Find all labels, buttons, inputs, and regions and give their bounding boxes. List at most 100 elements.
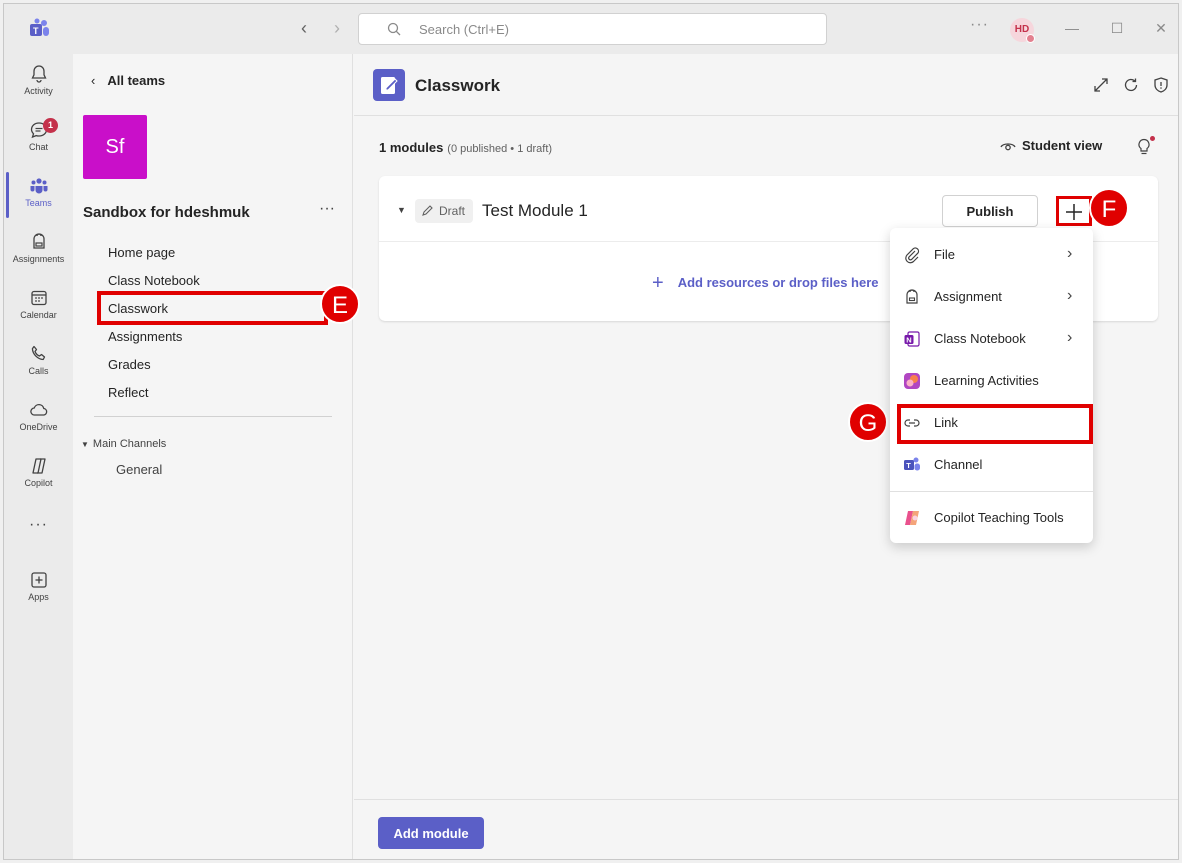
team-nav-reflect[interactable]: Reflect bbox=[108, 385, 148, 400]
modules-count: 1 modules bbox=[379, 140, 444, 155]
add-resource-button[interactable] bbox=[1056, 196, 1092, 226]
draft-status-badge: Draft bbox=[415, 199, 473, 223]
main-channels-header[interactable]: ▼ Main Channels bbox=[81, 438, 166, 450]
backpack-icon bbox=[32, 233, 45, 249]
rail-label-teams: Teams bbox=[25, 198, 52, 208]
chevron-right-icon: › bbox=[1067, 329, 1073, 346]
teams-icon bbox=[30, 178, 47, 194]
team-nav-class-notebook[interactable]: Class Notebook bbox=[108, 273, 200, 288]
rail-item-chat[interactable]: 1 Chat bbox=[4, 116, 73, 166]
svg-text:T: T bbox=[33, 26, 39, 36]
onenote-icon: N bbox=[904, 331, 920, 347]
svg-text:N: N bbox=[906, 336, 911, 345]
maximize-icon[interactable]: ☐ bbox=[1107, 18, 1127, 38]
rail-item-assignments[interactable]: Assignments bbox=[4, 228, 73, 278]
add-module-button[interactable]: Add module bbox=[378, 817, 484, 849]
rail-item-calendar[interactable]: Calendar bbox=[4, 284, 73, 334]
back-arrow-icon[interactable]: ‹ bbox=[294, 18, 314, 38]
team-more-options-icon[interactable]: ··· bbox=[319, 200, 335, 218]
team-avatar: Sf bbox=[83, 115, 147, 179]
refresh-icon[interactable] bbox=[1122, 76, 1140, 94]
search-placeholder: Search (Ctrl+E) bbox=[419, 22, 509, 37]
menu-label-channel: Channel bbox=[934, 457, 983, 472]
lightbulb-icon[interactable] bbox=[1136, 138, 1152, 156]
add-resources-link[interactable]: + Add resources or drop files here bbox=[652, 272, 879, 295]
teams-window: T ‹ › Search (Ctrl+E) ··· HD — ☐ ✕ Activ… bbox=[3, 3, 1179, 860]
rail-item-activity[interactable]: Activity bbox=[4, 60, 73, 110]
team-name: Sandbox for hdeshmuk bbox=[83, 204, 250, 221]
team-nav-grades[interactable]: Grades bbox=[108, 357, 151, 372]
menu-label-class-notebook: Class Notebook bbox=[934, 331, 1026, 346]
rail-item-apps[interactable]: Apps bbox=[4, 566, 73, 616]
rail-item-copilot[interactable]: Copilot bbox=[4, 452, 73, 502]
menu-item-channel[interactable]: T Channel bbox=[890, 445, 1093, 485]
callout-marker-g: G bbox=[848, 402, 888, 442]
page-title: Classwork bbox=[415, 76, 501, 95]
module-title[interactable]: Test Module 1 bbox=[482, 201, 588, 221]
callout-marker-f: F bbox=[1089, 188, 1129, 228]
teams-channel-icon: T bbox=[904, 457, 920, 471]
modules-detail: (0 published • 1 draft) bbox=[447, 143, 553, 155]
calendar-icon bbox=[30, 290, 47, 306]
plus-square-icon bbox=[30, 572, 47, 588]
menu-item-assignment[interactable]: Assignment › bbox=[890, 277, 1093, 317]
rail-label-activity: Activity bbox=[24, 86, 53, 96]
chevron-right-icon: › bbox=[1067, 245, 1073, 262]
menu-label-assignment: Assignment bbox=[934, 289, 1002, 304]
rail-item-teams[interactable]: Teams bbox=[4, 172, 73, 222]
app-rail: Activity 1 Chat Teams Assignments Calend… bbox=[4, 54, 73, 859]
forward-arrow-icon[interactable]: › bbox=[327, 18, 347, 38]
rail-label-calendar: Calendar bbox=[20, 310, 57, 320]
eye-icon bbox=[1000, 143, 1016, 151]
minimize-icon[interactable]: — bbox=[1062, 18, 1082, 38]
classwork-highlight bbox=[97, 291, 328, 325]
team-nav-assignments[interactable]: Assignments bbox=[108, 329, 182, 344]
student-view-label: Student view bbox=[1022, 138, 1103, 153]
classwork-header: Classwork bbox=[354, 54, 1178, 116]
paperclip-icon bbox=[905, 247, 920, 264]
menu-separator bbox=[890, 491, 1093, 492]
collapse-caret-icon[interactable]: ▼ bbox=[397, 205, 406, 215]
modules-summary: 1 modules (0 published • 1 draft) bbox=[379, 140, 552, 155]
svg-text:T: T bbox=[906, 461, 911, 470]
plus-icon: + bbox=[652, 272, 664, 294]
search-icon bbox=[387, 22, 401, 36]
channel-general[interactable]: General bbox=[116, 462, 162, 477]
team-nav-home-page[interactable]: Home page bbox=[108, 245, 175, 260]
all-teams-label: All teams bbox=[107, 73, 166, 88]
plus-icon bbox=[1066, 204, 1082, 220]
title-bar: T ‹ › Search (Ctrl+E) ··· HD — ☐ ✕ bbox=[4, 4, 1178, 54]
rail-item-calls[interactable]: Calls bbox=[4, 340, 73, 390]
menu-item-copilot-teaching-tools[interactable]: Copilot Teaching Tools bbox=[890, 498, 1093, 538]
add-resources-label: Add resources or drop files here bbox=[677, 275, 879, 290]
chevron-left-icon: ‹ bbox=[91, 73, 96, 88]
close-icon[interactable]: ✕ bbox=[1151, 18, 1171, 38]
rail-label-onedrive: OneDrive bbox=[19, 422, 58, 432]
caret-down-icon: ▼ bbox=[81, 440, 89, 449]
rail-item-onedrive[interactable]: OneDrive bbox=[4, 396, 73, 446]
chat-unread-badge: 1 bbox=[43, 118, 58, 133]
publish-button[interactable]: Publish bbox=[942, 195, 1038, 227]
menu-item-class-notebook[interactable]: N Class Notebook › bbox=[890, 319, 1093, 359]
more-apps-icon[interactable]: ··· bbox=[4, 516, 73, 534]
menu-item-file[interactable]: File › bbox=[890, 235, 1093, 275]
expand-icon[interactable] bbox=[1092, 76, 1110, 94]
bell-icon bbox=[30, 65, 47, 83]
copilot-teaching-icon bbox=[905, 511, 919, 525]
menu-label-learning-activities: Learning Activities bbox=[934, 373, 1039, 388]
shield-icon[interactable] bbox=[1152, 76, 1170, 94]
all-teams-link[interactable]: ‹ All teams bbox=[91, 73, 165, 88]
copilot-icon bbox=[31, 458, 46, 474]
pencil-icon bbox=[422, 205, 433, 216]
menu-item-learning-activities[interactable]: Learning Activities bbox=[890, 361, 1093, 401]
rail-label-copilot: Copilot bbox=[24, 478, 53, 488]
link-highlight bbox=[897, 404, 1093, 444]
more-options-icon[interactable]: ··· bbox=[970, 16, 989, 34]
cloud-icon bbox=[29, 404, 47, 416]
footer-bar: Add module bbox=[354, 799, 1178, 859]
search-input[interactable]: Search (Ctrl+E) bbox=[358, 13, 827, 45]
learning-activities-icon bbox=[904, 373, 920, 389]
draft-label: Draft bbox=[439, 204, 466, 218]
backpack-icon bbox=[906, 289, 918, 304]
student-view-button[interactable]: Student view bbox=[1000, 138, 1102, 153]
